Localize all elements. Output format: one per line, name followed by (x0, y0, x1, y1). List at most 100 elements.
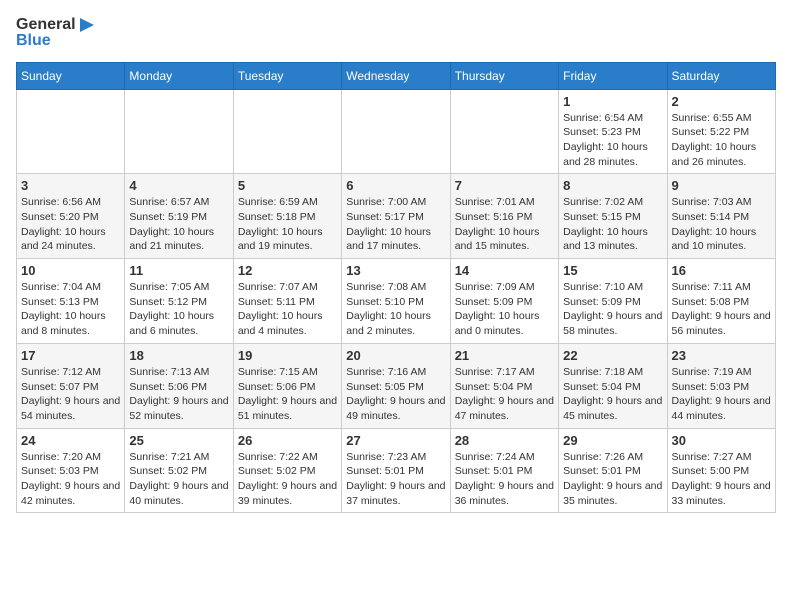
calendar-cell: 11 Sunrise: 7:05 AMSunset: 5:12 PMDayligh… (125, 259, 233, 344)
weekday-header-tuesday: Tuesday (233, 62, 341, 89)
day-number: 17 (21, 348, 120, 363)
day-number: 1 (563, 94, 662, 109)
day-info: Sunrise: 7:27 AMSunset: 5:00 PMDaylight:… (672, 450, 771, 509)
calendar-cell: 17 Sunrise: 7:12 AMSunset: 5:07 PMDayligh… (17, 343, 125, 428)
day-number: 13 (346, 263, 445, 278)
day-number: 2 (672, 94, 771, 109)
day-info: Sunrise: 7:23 AMSunset: 5:01 PMDaylight:… (346, 450, 445, 509)
calendar-cell: 2 Sunrise: 6:55 AMSunset: 5:22 PMDaylight… (667, 89, 775, 174)
calendar-cell (450, 89, 558, 174)
day-number: 10 (21, 263, 120, 278)
calendar-cell: 12 Sunrise: 7:07 AMSunset: 5:11 PMDayligh… (233, 259, 341, 344)
calendar-cell: 27 Sunrise: 7:23 AMSunset: 5:01 PMDayligh… (342, 428, 450, 513)
day-number: 4 (129, 178, 228, 193)
day-number: 19 (238, 348, 337, 363)
day-info: Sunrise: 7:10 AMSunset: 5:09 PMDaylight:… (563, 280, 662, 339)
calendar-cell: 6 Sunrise: 7:00 AMSunset: 5:17 PMDaylight… (342, 174, 450, 259)
calendar-cell: 5 Sunrise: 6:59 AMSunset: 5:18 PMDaylight… (233, 174, 341, 259)
calendar-cell: 13 Sunrise: 7:08 AMSunset: 5:10 PMDayligh… (342, 259, 450, 344)
day-info: Sunrise: 6:59 AMSunset: 5:18 PMDaylight:… (238, 195, 337, 254)
day-number: 27 (346, 433, 445, 448)
calendar-week-1: 1 Sunrise: 6:54 AMSunset: 5:23 PMDaylight… (17, 89, 776, 174)
day-number: 8 (563, 178, 662, 193)
day-number: 15 (563, 263, 662, 278)
day-info: Sunrise: 7:08 AMSunset: 5:10 PMDaylight:… (346, 280, 445, 339)
day-info: Sunrise: 7:20 AMSunset: 5:03 PMDaylight:… (21, 450, 120, 509)
day-number: 28 (455, 433, 554, 448)
day-info: Sunrise: 7:03 AMSunset: 5:14 PMDaylight:… (672, 195, 771, 254)
calendar-cell: 16 Sunrise: 7:11 AMSunset: 5:08 PMDayligh… (667, 259, 775, 344)
page-header: General Blue (16, 16, 776, 50)
day-number: 22 (563, 348, 662, 363)
day-number: 6 (346, 178, 445, 193)
day-info: Sunrise: 7:04 AMSunset: 5:13 PMDaylight:… (21, 280, 120, 339)
calendar-cell: 7 Sunrise: 7:01 AMSunset: 5:16 PMDaylight… (450, 174, 558, 259)
calendar-cell: 23 Sunrise: 7:19 AMSunset: 5:03 PMDayligh… (667, 343, 775, 428)
day-info: Sunrise: 6:55 AMSunset: 5:22 PMDaylight:… (672, 111, 771, 170)
day-info: Sunrise: 7:00 AMSunset: 5:17 PMDaylight:… (346, 195, 445, 254)
calendar-header-row: SundayMondayTuesdayWednesdayThursdayFrid… (17, 62, 776, 89)
day-info: Sunrise: 7:17 AMSunset: 5:04 PMDaylight:… (455, 365, 554, 424)
calendar-cell: 9 Sunrise: 7:03 AMSunset: 5:14 PMDaylight… (667, 174, 775, 259)
calendar-cell (342, 89, 450, 174)
day-number: 18 (129, 348, 228, 363)
calendar-cell: 29 Sunrise: 7:26 AMSunset: 5:01 PMDayligh… (559, 428, 667, 513)
day-number: 12 (238, 263, 337, 278)
day-info: Sunrise: 7:01 AMSunset: 5:16 PMDaylight:… (455, 195, 554, 254)
calendar-cell: 8 Sunrise: 7:02 AMSunset: 5:15 PMDaylight… (559, 174, 667, 259)
calendar-cell: 24 Sunrise: 7:20 AMSunset: 5:03 PMDayligh… (17, 428, 125, 513)
day-info: Sunrise: 7:12 AMSunset: 5:07 PMDaylight:… (21, 365, 120, 424)
day-number: 11 (129, 263, 228, 278)
calendar-cell: 4 Sunrise: 6:57 AMSunset: 5:19 PMDaylight… (125, 174, 233, 259)
calendar-week-3: 10 Sunrise: 7:04 AMSunset: 5:13 PMDayligh… (17, 259, 776, 344)
day-info: Sunrise: 7:11 AMSunset: 5:08 PMDaylight:… (672, 280, 771, 339)
calendar-week-5: 24 Sunrise: 7:20 AMSunset: 5:03 PMDayligh… (17, 428, 776, 513)
day-info: Sunrise: 7:02 AMSunset: 5:15 PMDaylight:… (563, 195, 662, 254)
calendar-cell: 15 Sunrise: 7:10 AMSunset: 5:09 PMDayligh… (559, 259, 667, 344)
calendar-cell: 28 Sunrise: 7:24 AMSunset: 5:01 PMDayligh… (450, 428, 558, 513)
weekday-header-wednesday: Wednesday (342, 62, 450, 89)
day-info: Sunrise: 6:57 AMSunset: 5:19 PMDaylight:… (129, 195, 228, 254)
day-info: Sunrise: 7:16 AMSunset: 5:05 PMDaylight:… (346, 365, 445, 424)
calendar-cell: 21 Sunrise: 7:17 AMSunset: 5:04 PMDayligh… (450, 343, 558, 428)
calendar-cell: 10 Sunrise: 7:04 AMSunset: 5:13 PMDayligh… (17, 259, 125, 344)
calendar-cell: 30 Sunrise: 7:27 AMSunset: 5:00 PMDayligh… (667, 428, 775, 513)
weekday-header-monday: Monday (125, 62, 233, 89)
calendar-cell: 18Sunrise: 7:13 AMSunset: 5:06 PMDayligh… (125, 343, 233, 428)
calendar-cell: 22 Sunrise: 7:18 AMSunset: 5:04 PMDayligh… (559, 343, 667, 428)
day-number: 7 (455, 178, 554, 193)
calendar-cell (233, 89, 341, 174)
calendar-cell: 25Sunrise: 7:21 AMSunset: 5:02 PMDayligh… (125, 428, 233, 513)
day-number: 23 (672, 348, 771, 363)
day-number: 9 (672, 178, 771, 193)
day-info: Sunrise: 7:22 AMSunset: 5:02 PMDaylight:… (238, 450, 337, 509)
day-info: Sunrise: 7:05 AMSunset: 5:12 PMDaylight:… (129, 280, 228, 339)
day-number: 24 (21, 433, 120, 448)
day-info: Sunrise: 7:07 AMSunset: 5:11 PMDaylight:… (238, 280, 337, 339)
day-number: 16 (672, 263, 771, 278)
calendar-cell: 20 Sunrise: 7:16 AMSunset: 5:05 PMDayligh… (342, 343, 450, 428)
day-number: 20 (346, 348, 445, 363)
calendar-table: SundayMondayTuesdayWednesdayThursdayFrid… (16, 62, 776, 514)
day-info: Sunrise: 7:18 AMSunset: 5:04 PMDaylight:… (563, 365, 662, 424)
calendar-cell (125, 89, 233, 174)
day-info: Sunrise: 6:56 AMSunset: 5:20 PMDaylight:… (21, 195, 120, 254)
logo-blue-text: Blue (16, 32, 98, 50)
day-number: 29 (563, 433, 662, 448)
day-number: 14 (455, 263, 554, 278)
day-number: 21 (455, 348, 554, 363)
calendar-cell: 1 Sunrise: 6:54 AMSunset: 5:23 PMDaylight… (559, 89, 667, 174)
day-info: Sunrise: 7:24 AMSunset: 5:01 PMDaylight:… (455, 450, 554, 509)
day-info: Sunrise: 7:26 AMSunset: 5:01 PMDaylight:… (563, 450, 662, 509)
day-number: 30 (672, 433, 771, 448)
day-number: 26 (238, 433, 337, 448)
calendar-cell: 3Sunrise: 6:56 AMSunset: 5:20 PMDaylight… (17, 174, 125, 259)
day-info: Sunrise: 7:19 AMSunset: 5:03 PMDaylight:… (672, 365, 771, 424)
calendar-cell: 19Sunrise: 7:15 AMSunset: 5:06 PMDayligh… (233, 343, 341, 428)
calendar-cell (17, 89, 125, 174)
logo: General Blue (16, 16, 98, 50)
calendar-cell: 26 Sunrise: 7:22 AMSunset: 5:02 PMDayligh… (233, 428, 341, 513)
day-number: 5 (238, 178, 337, 193)
weekday-header-sunday: Sunday (17, 62, 125, 89)
day-info: Sunrise: 6:54 AMSunset: 5:23 PMDaylight:… (563, 111, 662, 170)
